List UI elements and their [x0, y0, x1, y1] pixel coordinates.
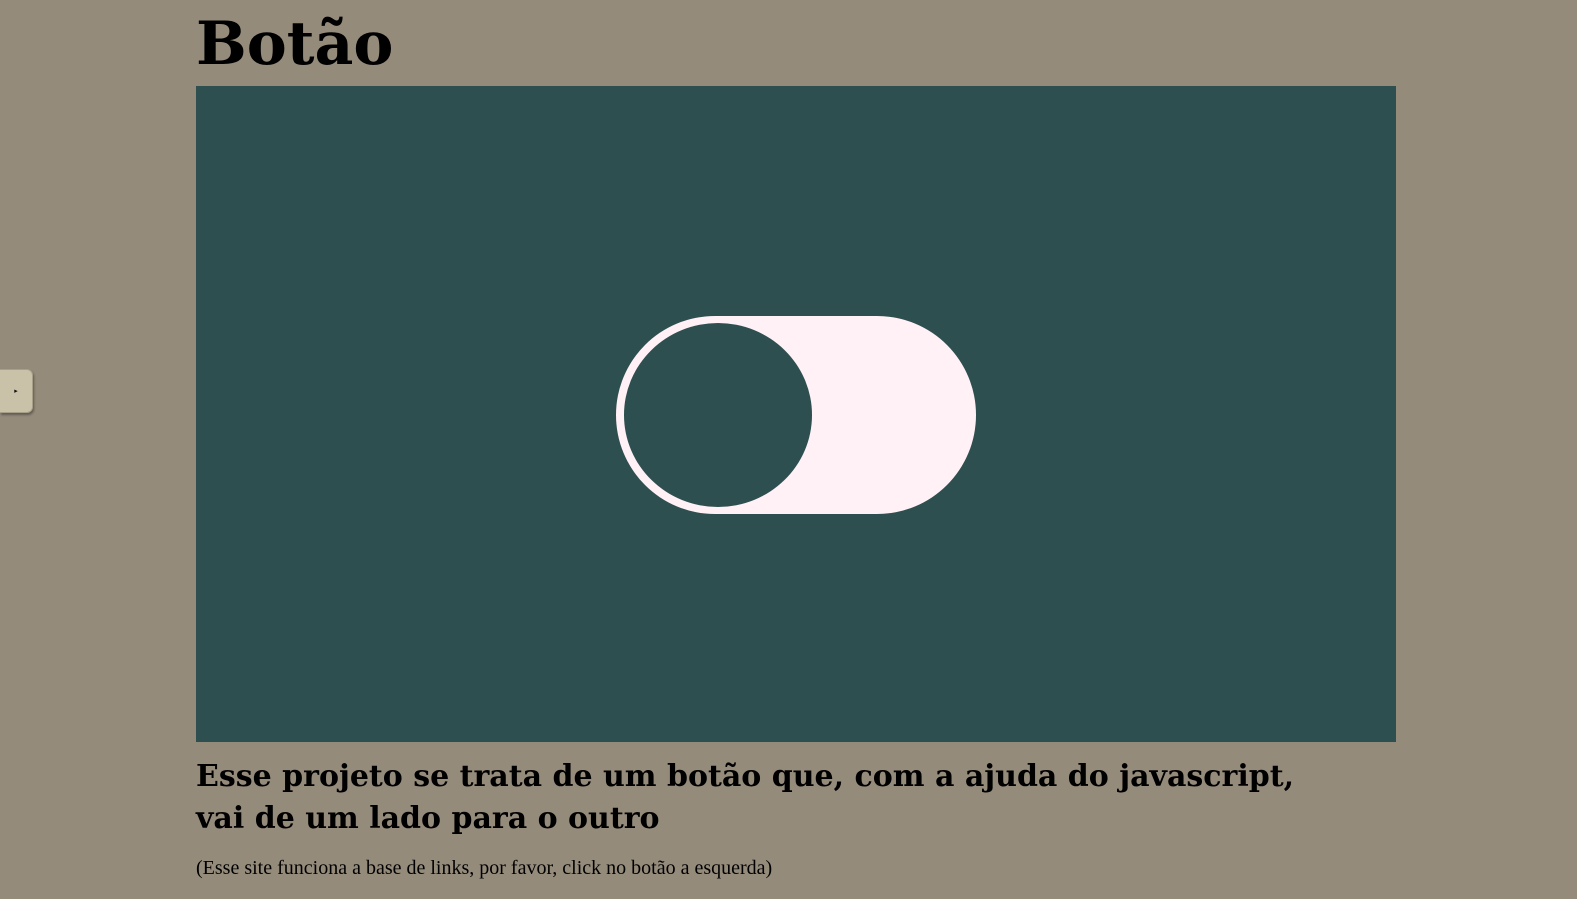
- toggle-knob[interactable]: [624, 323, 812, 507]
- toggle-switch[interactable]: [616, 316, 976, 514]
- usage-note: (Esse site funciona a base de links, por…: [196, 857, 773, 879]
- side-menu-button[interactable]: ▸: [0, 369, 33, 413]
- project-description: Esse projeto se trata de um botão que, c…: [196, 759, 1295, 836]
- page-title: Botão: [196, 9, 394, 79]
- toggle-stage: [196, 86, 1396, 742]
- caret-right-icon: ▸: [14, 386, 18, 395]
